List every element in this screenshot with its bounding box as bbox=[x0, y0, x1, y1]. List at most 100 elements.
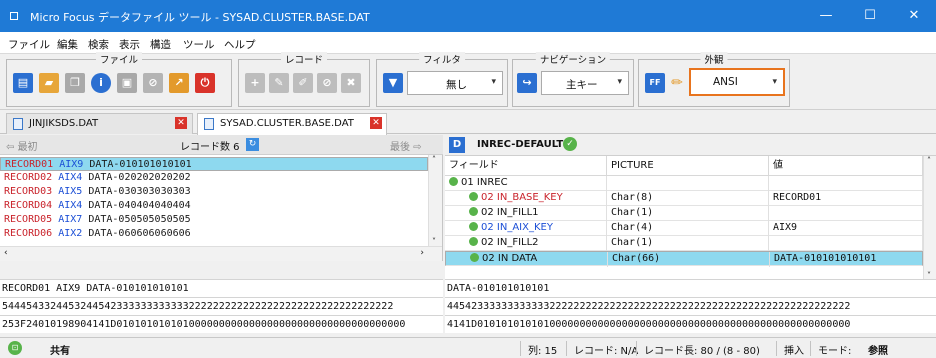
encoding-value: ANSI bbox=[713, 76, 738, 88]
column-header-field[interactable]: フィールド bbox=[445, 156, 607, 176]
status-record-length: レコード長: 80 / (8 - 80) bbox=[644, 346, 760, 357]
filter-select[interactable]: 無し ▾ bbox=[407, 71, 503, 95]
appearance-group: 外観 FF ✏ ANSI ▾ bbox=[638, 52, 790, 107]
scroll-right-icon[interactable]: › bbox=[420, 248, 424, 258]
ok-icon bbox=[470, 253, 479, 262]
vertical-scrollbar[interactable]: ˄ ˅ bbox=[428, 155, 442, 246]
status-record-number: レコード: N/A bbox=[574, 346, 639, 357]
status-bar: ⊡ 共有 列: 15 レコード: N/A レコード長: 80 / (8 - 80… bbox=[0, 337, 936, 358]
scroll-up-icon[interactable]: ˄ bbox=[927, 156, 931, 165]
field-value: AIX9 bbox=[769, 221, 923, 236]
folder-export-icon[interactable]: ↗ bbox=[169, 73, 189, 93]
chevron-down-icon: ▾ bbox=[772, 77, 777, 87]
tab-jinjiksds[interactable]: JINJIKSDS.DAT ✕ bbox=[6, 113, 193, 134]
vertical-scrollbar[interactable]: ˄ ˅ bbox=[923, 156, 936, 280]
close-button[interactable]: ✕ bbox=[892, 0, 936, 32]
record-row[interactable]: RECORD02 AIX4 DATA-020202020202 bbox=[0, 171, 428, 185]
navigation-select[interactable]: 主キー ▾ bbox=[541, 71, 629, 95]
maximize-button[interactable]: ☐ bbox=[848, 0, 892, 32]
record-row[interactable]: RECORD03 AIX5 DATA-030303030303 bbox=[0, 185, 428, 199]
field-value bbox=[769, 176, 923, 191]
field-value: RECORD01 bbox=[769, 191, 923, 206]
ok-icon bbox=[469, 237, 478, 246]
tab-label: JINJIKSDS.DAT bbox=[29, 118, 99, 129]
field-name: 02 IN_FILL1 bbox=[481, 207, 539, 218]
menu-bar: ファイル 編集 検索 表示 構造 ツール ヘルプ bbox=[0, 32, 936, 54]
filter-group-title: フィルタ bbox=[419, 52, 465, 66]
new-file-icon[interactable]: ▤ bbox=[13, 73, 33, 93]
record-row[interactable]: RECORD01 AIX9 DATA-010101010101 bbox=[0, 157, 428, 171]
add-record-icon[interactable]: + bbox=[245, 73, 265, 93]
pencil-icon[interactable]: ✏ bbox=[667, 73, 687, 93]
refresh-icon[interactable]: ↻ bbox=[246, 138, 259, 151]
field-row[interactable]: 02 IN_AIX_KEY Char(4) AIX9 bbox=[445, 221, 923, 236]
share-mode: 共有 bbox=[50, 346, 70, 357]
open-folder-icon[interactable]: ▰ bbox=[39, 73, 59, 93]
field-row[interactable]: 02 IN_FILL2 Char(1) bbox=[445, 236, 923, 251]
field-value: DATA-010101010101 bbox=[770, 252, 924, 267]
copy-icon[interactable]: ❐ bbox=[65, 73, 85, 93]
menu-help[interactable]: ヘルプ bbox=[224, 37, 256, 52]
menu-search[interactable]: 検索 bbox=[88, 37, 109, 52]
ok-icon bbox=[469, 192, 478, 201]
structure-header: D INREC-DEFAULT ✓ bbox=[447, 135, 936, 155]
info-icon[interactable]: i bbox=[91, 73, 111, 93]
last-record-button[interactable]: 最後 ⇨ bbox=[390, 138, 422, 153]
navigation-arrow-icon[interactable]: ↪ bbox=[517, 73, 537, 93]
status-separator bbox=[566, 341, 567, 356]
close-file-icon[interactable]: ⏻ bbox=[195, 73, 215, 93]
scroll-down-icon[interactable]: ˅ bbox=[432, 237, 436, 246]
record-pen-icon[interactable]: ✐ bbox=[293, 73, 313, 93]
menu-view[interactable]: 表示 bbox=[119, 37, 140, 52]
menu-tools[interactable]: ツール bbox=[183, 37, 215, 52]
menu-edit[interactable]: 編集 bbox=[57, 37, 78, 52]
record-count: レコード数 6 bbox=[180, 142, 240, 153]
column-header-picture[interactable]: PICTURE bbox=[607, 156, 769, 176]
tab-close-icon[interactable]: ✕ bbox=[370, 117, 382, 129]
column-header-value[interactable]: 値 bbox=[769, 156, 923, 176]
save-icon[interactable]: ▣ bbox=[117, 73, 137, 93]
field-picture: Char(8) bbox=[607, 191, 769, 206]
horizontal-scrollbar[interactable]: ‹ › bbox=[0, 246, 442, 261]
tab-sysad-cluster[interactable]: SYSAD.CLUSTER.BASE.DAT ✕ bbox=[197, 113, 387, 135]
field-row[interactable]: 02 IN_FILL1 Char(1) bbox=[445, 206, 923, 221]
field-row[interactable]: 01 INREC bbox=[445, 176, 923, 191]
structure-icon: D bbox=[449, 137, 465, 153]
ok-icon bbox=[469, 207, 478, 216]
record-cancel-icon[interactable]: ⊘ bbox=[317, 73, 337, 93]
encoding-select[interactable]: ANSI ▾ bbox=[689, 68, 785, 96]
tab-close-icon[interactable]: ✕ bbox=[175, 117, 187, 129]
field-row[interactable]: 02 IN_BASE_KEY Char(8) RECORD01 bbox=[445, 191, 923, 206]
field-row-selected[interactable]: 02 IN DATA Char(66) DATA-010101010101 bbox=[445, 251, 924, 267]
record-hex-line-1: 5444543324453244542333333333333222222222… bbox=[0, 297, 443, 315]
first-record-button[interactable]: ⇦ 最初 bbox=[6, 138, 38, 153]
scroll-left-icon[interactable]: ‹ bbox=[4, 248, 8, 258]
record-row[interactable]: RECORD05 AIX7 DATA-050505050505 bbox=[0, 213, 428, 227]
field-picture: Char(4) bbox=[607, 221, 769, 236]
status-separator bbox=[636, 341, 637, 356]
file-group: ファイル ▤ ▰ ❐ i ▣ ⊘ ↗ ⏻ bbox=[6, 52, 232, 107]
status-separator bbox=[520, 341, 521, 356]
edit-record-icon[interactable]: ✎ bbox=[269, 73, 289, 93]
check-icon: ✓ bbox=[563, 137, 577, 151]
record-row[interactable]: RECORD04 AIX4 DATA-040404040404 bbox=[0, 199, 428, 213]
record-row[interactable]: RECORD06 AIX2 DATA-060606060606 bbox=[0, 227, 428, 241]
field-name: 02 IN DATA bbox=[482, 253, 538, 264]
delete-record-icon[interactable]: ✖ bbox=[341, 73, 361, 93]
menu-structure[interactable]: 構造 bbox=[150, 37, 171, 52]
ok-icon bbox=[469, 222, 478, 231]
field-name: 02 IN_BASE_KEY bbox=[481, 192, 563, 203]
field-picture: Char(1) bbox=[607, 206, 769, 221]
status-separator bbox=[776, 341, 777, 356]
document-icon bbox=[204, 118, 214, 130]
field-text-line: DATA-010101010101 bbox=[445, 279, 936, 297]
navigation-value: 主キー bbox=[566, 79, 598, 91]
field-value bbox=[769, 236, 923, 251]
disabled-icon[interactable]: ⊘ bbox=[143, 73, 163, 93]
filter-icon[interactable]: ▼ bbox=[383, 73, 403, 93]
font-icon[interactable]: FF bbox=[645, 73, 665, 93]
field-hex-line-1: 4454233333333333322222222222222222222222… bbox=[445, 297, 936, 315]
menu-file[interactable]: ファイル bbox=[8, 37, 50, 52]
minimize-button[interactable]: — bbox=[804, 0, 848, 32]
scroll-up-icon[interactable]: ˄ bbox=[432, 155, 436, 164]
